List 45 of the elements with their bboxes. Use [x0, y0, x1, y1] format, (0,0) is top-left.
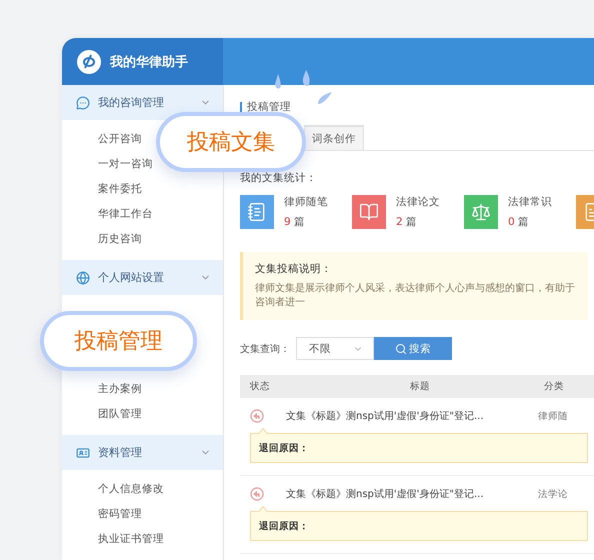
category-cell-text: 法学论: [538, 488, 569, 500]
returned-status-icon: [250, 487, 264, 501]
sidebar-item[interactable]: 主办案例: [98, 377, 142, 402]
sidebar-item[interactable]: 执业证书管理: [98, 527, 164, 552]
stat-label: 律师随笔: [284, 195, 328, 209]
search-icon: [395, 342, 407, 354]
stat-count: 2 篇: [396, 215, 418, 229]
sidebar-item[interactable]: 历史咨询: [98, 227, 142, 252]
sidebar-item[interactable]: 公开咨询: [98, 127, 142, 152]
group-icon: [76, 270, 90, 284]
column-header: 状态: [250, 380, 271, 393]
article-title[interactable]: 文集《标题》测nsp试用'虚假'身份证"登记...: [286, 409, 538, 423]
sidebar-item[interactable]: 团队管理: [98, 402, 142, 427]
app-title: 我的华律助手: [110, 54, 188, 70]
stat-label: 法律常识: [508, 195, 552, 209]
tab[interactable]: 词条创作: [304, 125, 364, 150]
callout-bubble: 投稿文集: [156, 112, 306, 172]
stat-label: 法律论文: [396, 195, 440, 209]
sidebar-group-header[interactable]: 我的咨询管理: [62, 85, 223, 120]
notice-text: 律师文集是展示律师个人风采，表达律师个人心声与感想的窗口，有助于咨询者进一: [255, 282, 576, 310]
sidebar-item[interactable]: 密码管理: [98, 502, 142, 527]
column-header: 分类: [544, 380, 565, 393]
reason-label: 退回原因：: [259, 520, 309, 532]
group-icon: [76, 446, 90, 460]
stats-title: 我的文集统计：: [240, 171, 318, 185]
sidebar-item[interactable]: 华律工作台: [98, 202, 153, 227]
search-label: 文集查询：: [240, 342, 290, 356]
breadcrumb: 投稿管理: [247, 100, 291, 114]
stat-count: 0 篇: [508, 215, 530, 229]
reason-label: 退回原因：: [259, 442, 309, 454]
article-title[interactable]: 文集《标题》测nsp试用'虚假'身份证"登记...: [286, 487, 538, 501]
sidebar-group-header[interactable]: 个人网站设置: [62, 260, 223, 295]
returned-status-icon: [250, 409, 264, 423]
group-icon: [76, 96, 90, 110]
sidebar-item[interactable]: 案件委托: [98, 177, 142, 202]
notice-title: 文集投稿说明：: [255, 262, 333, 276]
logo-icon: [76, 48, 102, 74]
sidebar-item[interactable]: 一对一咨询: [98, 152, 153, 177]
sidebar-group-header[interactable]: 资料管理: [62, 435, 223, 470]
category-select[interactable]: 不限: [296, 337, 374, 360]
category-cell-text: 律师随: [538, 410, 569, 422]
sidebar-item[interactable]: 个人信息修改: [98, 477, 164, 502]
column-header: 标题: [409, 380, 431, 393]
callout-bubble: 投稿管理: [40, 311, 197, 371]
stat-count: 9 篇: [284, 215, 306, 229]
